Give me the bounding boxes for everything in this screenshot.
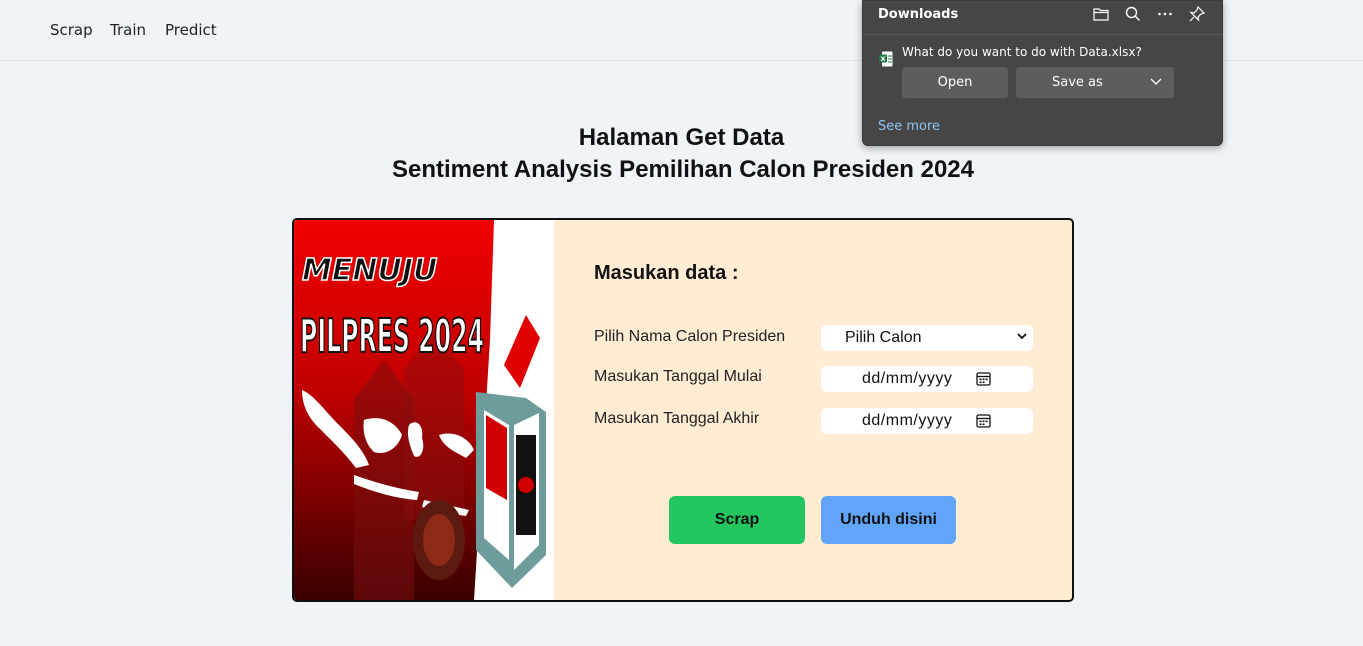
nav-predict-link[interactable]: Predict	[165, 21, 217, 39]
open-file-button[interactable]: Open	[902, 67, 1008, 98]
data-form: Masukan data : Pilih Nama Calon Presiden…	[554, 220, 1072, 600]
poster-line1: MENUJU	[302, 253, 437, 288]
candidate-select-value: Pilih Calon	[845, 329, 922, 346]
download-here-button[interactable]: Unduh disini	[821, 496, 956, 544]
start-date-input[interactable]: dd/mm/yyyy	[821, 366, 1033, 392]
calendar-icon[interactable]	[976, 371, 991, 386]
download-question: What do you want to do with Data.xlsx?	[902, 45, 1142, 59]
candidate-label: Pilih Nama Calon Presiden	[594, 328, 786, 345]
poster-line2: PILPRES 2024	[300, 309, 484, 363]
start-date-value: dd/mm/yyyy	[862, 370, 953, 387]
candidate-select[interactable]: Pilih Calon	[821, 325, 1033, 351]
get-data-card: MENUJU PILPRES 2024 Masukan data : Pilih…	[292, 218, 1074, 602]
poster-graphic: MENUJU PILPRES 2024	[294, 220, 554, 600]
excel-file-icon: X	[879, 51, 893, 67]
start-date-label: Masukan Tanggal Mulai	[594, 368, 762, 385]
pilpres-poster-image: MENUJU PILPRES 2024	[294, 220, 554, 600]
page-subtitle: Sentiment Analysis Pemilihan Calon Presi…	[392, 156, 974, 183]
form-title: Masukan data :	[594, 262, 739, 284]
scrap-button[interactable]: Scrap	[669, 496, 805, 544]
downloads-divider	[863, 34, 1222, 35]
calendar-icon[interactable]	[976, 413, 991, 428]
see-more-link[interactable]: See more	[878, 119, 940, 134]
chevron-down-icon	[1017, 333, 1027, 340]
nav-scrap-link[interactable]: Scrap	[50, 21, 93, 39]
end-date-input[interactable]: dd/mm/yyyy	[821, 408, 1033, 434]
svg-text:X: X	[881, 55, 886, 63]
more-icon[interactable]	[1156, 5, 1174, 23]
folder-icon[interactable]	[1092, 5, 1110, 23]
save-as-label: Save as	[1052, 75, 1103, 90]
chevron-down-icon[interactable]	[1150, 77, 1162, 87]
nav-train-link[interactable]: Train	[110, 21, 146, 39]
downloads-title: Downloads	[878, 7, 959, 22]
downloads-popup: Downloads X What do you want to do with …	[862, 0, 1223, 146]
search-icon[interactable]	[1124, 5, 1142, 23]
save-as-button[interactable]: Save as	[1016, 67, 1174, 98]
end-date-label: Masukan Tanggal Akhir	[594, 410, 760, 427]
pin-icon[interactable]	[1188, 5, 1206, 23]
end-date-value: dd/mm/yyyy	[862, 412, 953, 429]
